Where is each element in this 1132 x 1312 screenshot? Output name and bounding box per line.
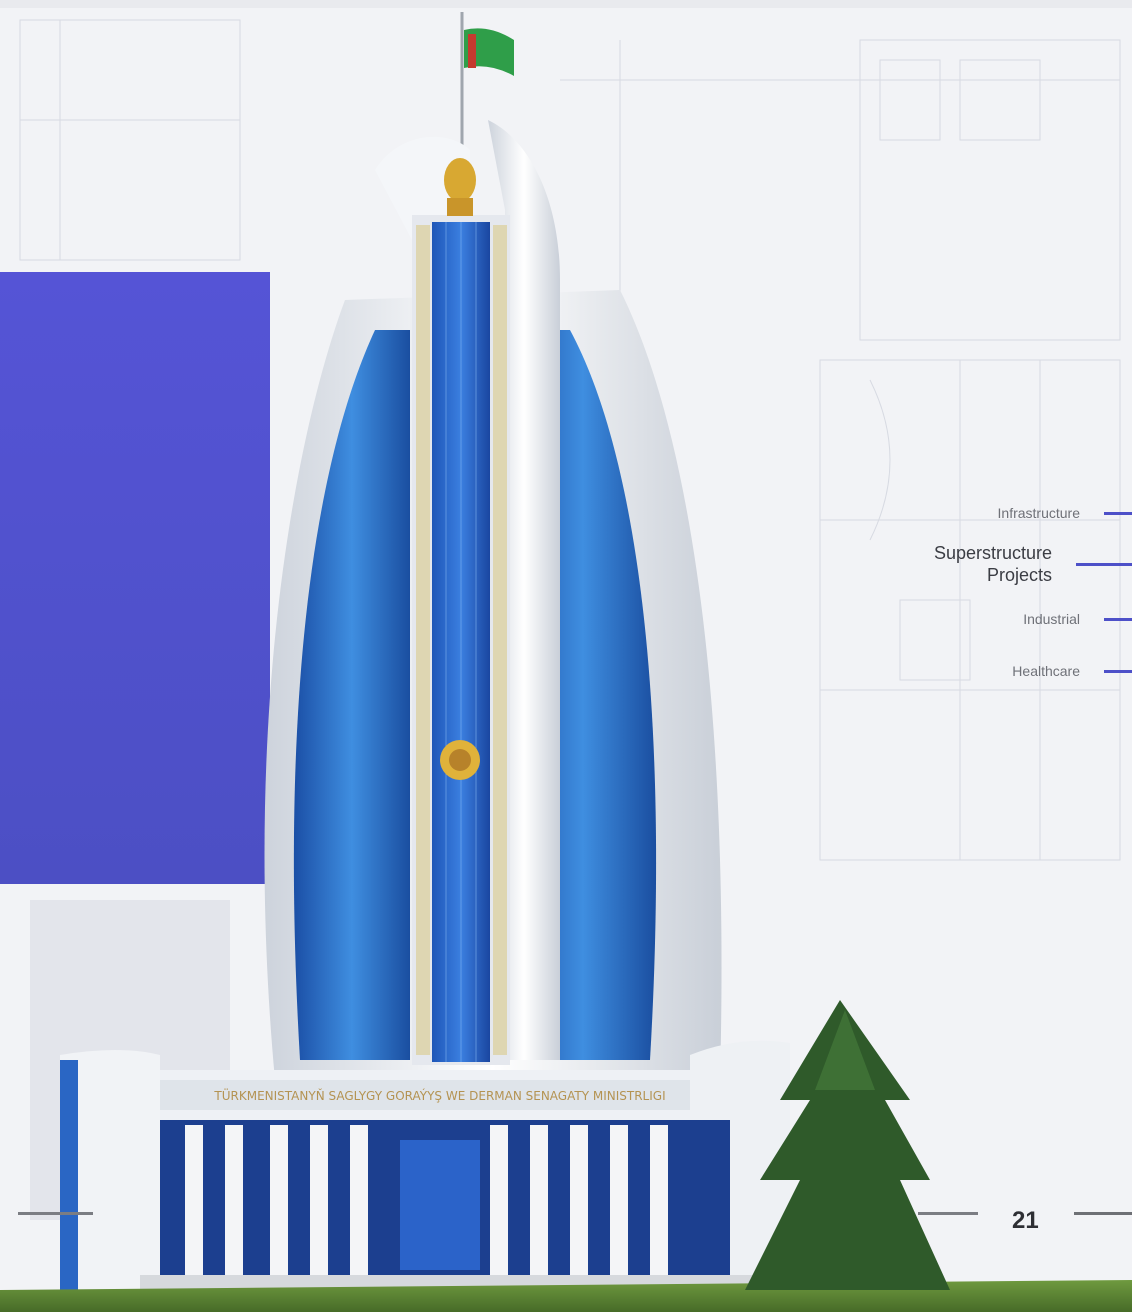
footer-rule-right (1074, 1212, 1132, 1215)
nav-indicator-line (1104, 669, 1132, 673)
nav-item-industrial[interactable]: Industrial (1023, 610, 1132, 628)
nav-item-label: Infrastructure (997, 505, 1080, 521)
nav-indicator-line (1104, 617, 1132, 621)
footer-rule-left (18, 1212, 93, 1215)
nav-item-label: Industrial (1023, 611, 1080, 627)
nav-item-superstructure-projects[interactable]: Superstructure Projects (934, 542, 1132, 586)
nav-item-label: Healthcare (1012, 663, 1080, 679)
nav-label-line1: Superstructure (933, 543, 1052, 563)
nav-indicator-line-active (1076, 562, 1132, 566)
building-photo: TÜRKMENISTANYŇ SAGLYGY GORAÝYŞ WE DERMAN… (0, 12, 1132, 1312)
nav-indicator-line (1104, 511, 1132, 515)
page-number: 21 (1012, 1207, 1039, 1234)
footer-rule-middle (918, 1212, 978, 1215)
nav-item-healthcare[interactable]: Healthcare (1012, 662, 1132, 680)
nav-label-line2: Projects (986, 565, 1052, 585)
nav-item-infrastructure[interactable]: Infrastructure (998, 504, 1132, 522)
facade-inscription: TÜRKMENISTANYŇ SAGLYGY GORAÝYŞ WE DERMAN… (213, 1087, 665, 1103)
nav-item-label: Superstructure Projects (934, 542, 1052, 586)
